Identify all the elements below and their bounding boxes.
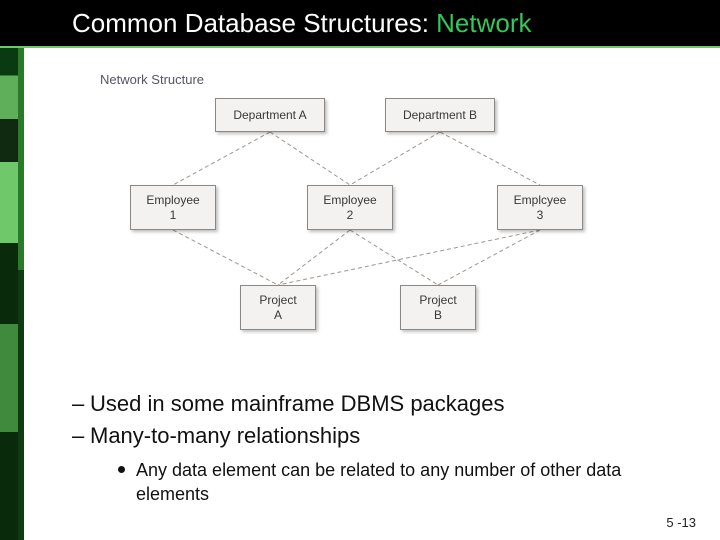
bullet-dot-1-text: Any data element can be related to any n…: [136, 460, 621, 504]
network-diagram: Network Structure Department A Departmen…: [60, 70, 680, 370]
node-project-b: Project B: [400, 285, 476, 330]
bullet-dash-1: –Used in some mainframe DBMS packages: [72, 388, 672, 420]
slide-title: Common Database Structures: Network: [72, 8, 532, 39]
node-department-a: Department A: [215, 98, 325, 132]
node-employee-1: Employee 1: [130, 185, 216, 230]
node-employee-2: Employee 2: [307, 185, 393, 230]
slide: Common Database Structures: Network Netw…: [0, 0, 720, 540]
node-project-a: Project A: [240, 285, 316, 330]
bullet-dash-2-text: Many-to-many relationships: [90, 423, 360, 448]
title-bar: Common Database Structures: Network: [0, 0, 720, 46]
node-employee-3: Emplcyee 3: [497, 185, 583, 230]
bullet-dot-1: Any data element can be related to any n…: [118, 458, 672, 507]
slide-number: 5 -13: [666, 515, 696, 530]
title-underline: [0, 46, 720, 48]
dash-icon: –: [72, 420, 90, 452]
slide-title-highlight: Network: [436, 8, 531, 38]
bullet-area: –Used in some mainframe DBMS packages –M…: [72, 388, 672, 506]
bullet-dash-2: –Many-to-many relationships: [72, 420, 672, 452]
bullet-dash-1-text: Used in some mainframe DBMS packages: [90, 391, 505, 416]
decorative-left-strip: [0, 0, 18, 540]
decorative-left-strip-accent: [18, 0, 24, 540]
slide-title-prefix: Common Database Structures:: [72, 8, 436, 38]
node-department-b: Department B: [385, 98, 495, 132]
dot-icon: [118, 466, 125, 473]
dash-icon: –: [72, 388, 90, 420]
